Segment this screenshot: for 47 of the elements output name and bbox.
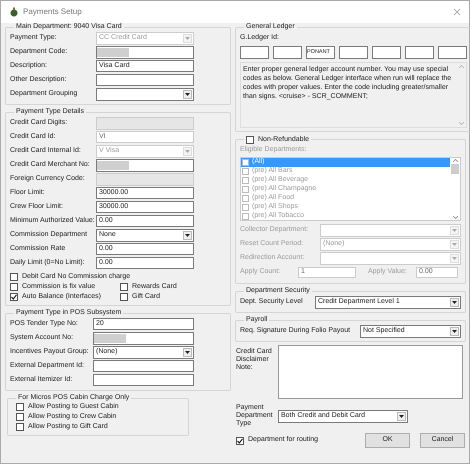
text-field[interactable] xyxy=(93,332,194,344)
text-field[interactable] xyxy=(438,46,467,58)
window-title: Payments Setup xyxy=(23,6,82,18)
caret-icon xyxy=(452,242,457,246)
app-icon xyxy=(9,7,19,17)
caret-icon xyxy=(452,256,457,260)
text-field[interactable] xyxy=(93,360,194,372)
scroll-down-icon[interactable] xyxy=(452,216,458,219)
text-field[interactable] xyxy=(240,46,269,58)
text-field[interactable] xyxy=(372,46,401,58)
caret-icon xyxy=(452,228,457,232)
scroll-up-icon[interactable] xyxy=(452,159,458,162)
checkbox[interactable] xyxy=(236,436,244,444)
text-field[interactable] xyxy=(273,46,302,58)
caret-icon xyxy=(185,92,190,96)
checkbox[interactable] xyxy=(16,403,24,411)
text-field[interactable] xyxy=(339,46,368,58)
dropdown[interactable] xyxy=(96,88,194,100)
checkbox[interactable] xyxy=(16,413,24,421)
redacted-block xyxy=(94,334,126,342)
redacted-block xyxy=(97,48,129,56)
scroll-thumb[interactable] xyxy=(451,164,459,174)
caret-icon xyxy=(185,350,190,354)
caret-icon xyxy=(185,234,190,236)
text-field[interactable] xyxy=(93,374,194,386)
caret-icon xyxy=(185,150,190,152)
text-field[interactable] xyxy=(96,116,194,130)
checkbox[interactable] xyxy=(10,293,18,301)
checkbox[interactable] xyxy=(10,273,18,281)
caret-icon xyxy=(185,36,190,40)
text-field[interactable] xyxy=(405,46,434,58)
checkbox[interactable] xyxy=(16,423,24,431)
scrollbar[interactable] xyxy=(450,158,460,220)
checkbox[interactable] xyxy=(10,283,18,291)
text-area[interactable] xyxy=(278,345,463,399)
text-field[interactable] xyxy=(96,74,194,86)
text-field[interactable] xyxy=(96,172,194,186)
caret-icon xyxy=(452,300,457,304)
caret-icon xyxy=(399,414,404,418)
checkbox[interactable] xyxy=(246,136,254,144)
text-field[interactable] xyxy=(96,46,194,58)
caret-icon xyxy=(452,330,457,332)
checkbox[interactable] xyxy=(120,293,128,301)
checkbox[interactable] xyxy=(120,283,128,291)
redacted-block xyxy=(97,160,129,170)
text-field[interactable] xyxy=(96,158,194,172)
close-icon[interactable] xyxy=(453,8,461,16)
